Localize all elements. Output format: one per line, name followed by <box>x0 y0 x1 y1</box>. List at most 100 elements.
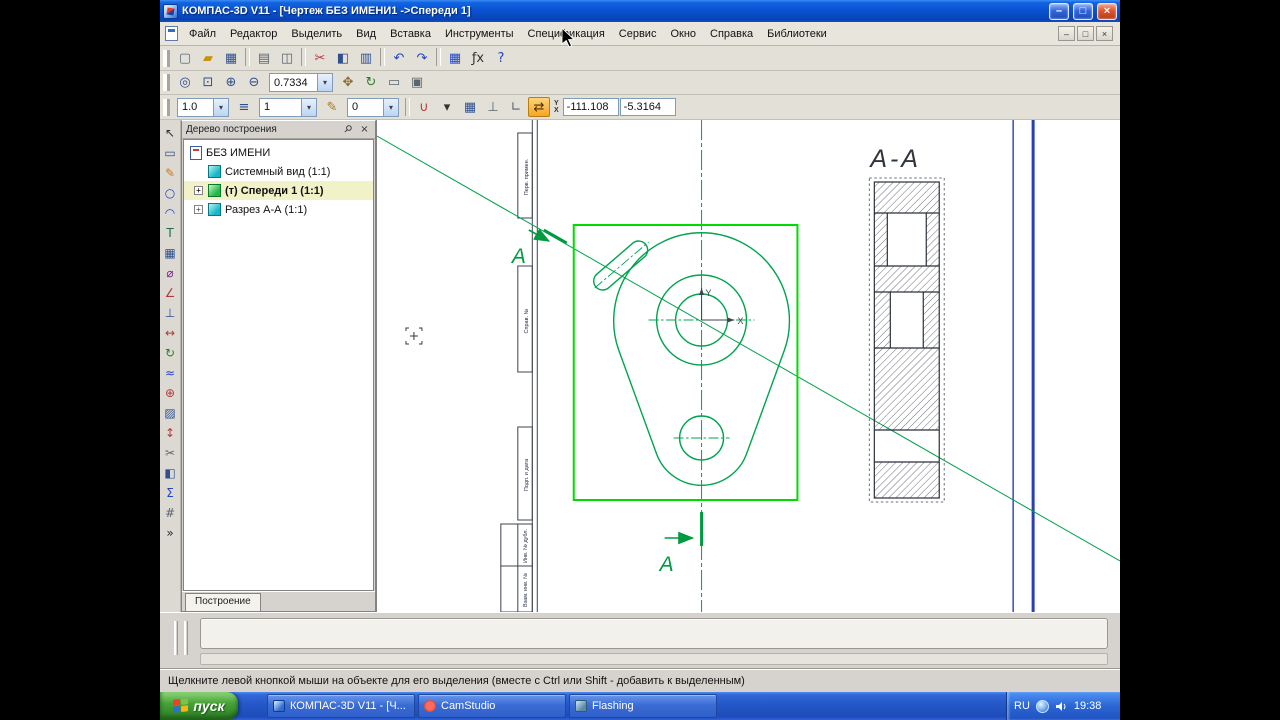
tree-item-front-view[interactable]: + (т) Спереди 1 (1:1) <box>184 181 373 200</box>
speaker-icon[interactable] <box>1055 700 1068 713</box>
drawing-canvas[interactable]: Перв. примен. Справ. № Подп. и дата Инв.… <box>377 120 1120 612</box>
save-icon[interactable]: ▦ <box>220 48 242 68</box>
toolbar-grip[interactable] <box>165 50 170 67</box>
new-document-icon[interactable]: ▢ <box>174 48 196 68</box>
snap-magnet-icon[interactable]: ∪ <box>413 97 435 117</box>
menu-item-help[interactable]: Справка <box>703 24 760 44</box>
variables-icon[interactable]: ƒx <box>467 48 489 68</box>
view-number-combo[interactable]: 1 ▾ <box>259 98 317 117</box>
menu-item-view[interactable]: Вид <box>349 24 383 44</box>
fill-tool-icon[interactable]: ◧ <box>161 463 180 482</box>
refresh-icon[interactable]: ↻ <box>360 73 382 93</box>
expand-icon[interactable]: + <box>194 186 203 195</box>
help-icon[interactable]: ? <box>490 48 512 68</box>
tray-app-icon[interactable] <box>1036 700 1049 713</box>
taskbar-task-flashing[interactable]: Flashing <box>569 694 717 718</box>
menu-item-file[interactable]: Файл <box>182 24 223 44</box>
measure-icon[interactable]: Σ <box>161 483 180 502</box>
diameter-dim-icon[interactable]: ⌀ <box>161 263 180 282</box>
panel-grip[interactable] <box>184 621 188 655</box>
vertical-dim-icon[interactable]: ↕ <box>161 423 180 442</box>
toolbar-grip[interactable] <box>165 99 170 116</box>
copy-icon[interactable]: ◧ <box>332 48 354 68</box>
layer-states-icon[interactable]: ✎ <box>321 97 343 117</box>
start-button[interactable]: пуск <box>160 692 238 720</box>
layer-combo[interactable]: 0 ▾ <box>347 98 399 117</box>
tree-root-item[interactable]: БЕЗ ИМЕНИ <box>184 143 373 162</box>
fit-page-icon[interactable]: ▭ <box>383 73 405 93</box>
tree-item-section-view[interactable]: + Разрез А-А (1:1) <box>184 200 373 219</box>
menu-item-libraries[interactable]: Библиотеки <box>760 24 834 44</box>
menu-item-specification[interactable]: Спецификация <box>521 24 612 44</box>
coordinate-x-field[interactable]: -111.108 <box>563 98 619 116</box>
menu-item-window[interactable]: Окно <box>663 24 703 44</box>
linear-dim-icon[interactable]: ↔ <box>161 323 180 342</box>
zoom-scale-combo[interactable]: 0.7334 ▾ <box>269 73 333 92</box>
specification-icon[interactable]: ▦ <box>444 48 466 68</box>
taskbar-task-kompas[interactable]: КОМПАС-3D V11 - [Ч... <box>267 694 415 718</box>
chevron-down-icon[interactable]: ▾ <box>213 99 228 116</box>
zoom-in-icon[interactable]: ⊕ <box>220 73 242 93</box>
angle-dim-icon[interactable]: ∠ <box>161 283 180 302</box>
local-csys-icon[interactable]: ⊥ <box>482 97 504 117</box>
menu-item-insert[interactable]: Вставка <box>383 24 438 44</box>
cut-icon[interactable]: ✂ <box>309 48 331 68</box>
roughness-icon[interactable]: ≈ <box>161 363 180 382</box>
expand-icon[interactable]: + <box>194 205 203 214</box>
tree-item-system-view[interactable]: Системный вид (1:1) <box>184 162 373 181</box>
restore-button[interactable]: □ <box>1073 3 1093 20</box>
menu-item-tools[interactable]: Инструменты <box>438 24 521 44</box>
open-folder-icon[interactable]: ▰ <box>197 48 219 68</box>
marquee-select-icon[interactable]: ▭ <box>161 143 180 162</box>
paste-icon[interactable]: ▥ <box>355 48 377 68</box>
tray-clock[interactable]: 19:38 <box>1074 700 1102 712</box>
snap-menu-icon[interactable]: ▾ <box>436 97 458 117</box>
print-preview-icon[interactable]: ◫ <box>276 48 298 68</box>
cursor-step-combo[interactable]: 1.0 ▾ <box>177 98 229 117</box>
select-arrow-icon[interactable]: ↖ <box>161 123 180 142</box>
zoom-out-icon[interactable]: ⊖ <box>243 73 265 93</box>
close-button[interactable]: × <box>1097 3 1117 20</box>
rounding-toggle[interactable]: ⇄ <box>528 97 550 117</box>
insert-tool-icon[interactable]: ⊕ <box>161 383 180 402</box>
mdi-close-button[interactable]: × <box>1096 26 1113 41</box>
drawing-area[interactable]: Перв. примен. Справ. № Подп. и дата Инв.… <box>376 120 1120 612</box>
text-tool-icon[interactable]: Т <box>161 223 180 242</box>
chevron-down-icon[interactable]: ▾ <box>317 74 332 91</box>
print-icon[interactable]: ▤ <box>253 48 275 68</box>
chevron-down-icon[interactable]: ▾ <box>301 99 316 116</box>
pin-icon[interactable]: ⚲ <box>338 120 356 138</box>
minimize-button[interactable]: – <box>1049 3 1069 20</box>
show-document-icon[interactable]: ▣ <box>406 73 428 93</box>
ortho-icon[interactable]: ∟ <box>505 97 527 117</box>
menu-item-select[interactable]: Выделить <box>284 24 349 44</box>
menu-item-service[interactable]: Сервис <box>612 24 664 44</box>
mdi-restore-button[interactable]: □ <box>1077 26 1094 41</box>
grid-icon[interactable]: ▦ <box>459 97 481 117</box>
redo-icon[interactable]: ↷ <box>411 48 433 68</box>
coordinate-y-field[interactable]: -5.3164 <box>620 98 676 116</box>
chevron-down-icon[interactable]: ▾ <box>383 99 398 116</box>
taskbar-task-camstudio[interactable]: CamStudio <box>418 694 566 718</box>
language-indicator[interactable]: RU <box>1014 700 1030 712</box>
arc-tool-icon[interactable]: ◠ <box>161 203 180 222</box>
pan-icon[interactable]: ✥ <box>337 73 359 93</box>
kompas-app-icon[interactable] <box>163 4 178 19</box>
menu-item-editor[interactable]: Редактор <box>223 24 284 44</box>
close-icon[interactable]: × <box>358 123 371 136</box>
zoom-area-icon[interactable]: ◎ <box>174 73 196 93</box>
circle-tool-icon[interactable]: ○ <box>161 183 180 202</box>
undo-icon[interactable]: ↶ <box>388 48 410 68</box>
more-tools-icon[interactable]: » <box>161 523 180 542</box>
view-states-icon[interactable]: ≡ <box>233 97 255 117</box>
panel-grip[interactable] <box>174 621 178 655</box>
tab-construction[interactable]: Построение <box>185 593 261 611</box>
grid-tool-icon[interactable]: # <box>161 503 180 522</box>
perpendicular-icon[interactable]: ⊥ <box>161 303 180 322</box>
trim-tool-icon[interactable]: ✂ <box>161 443 180 462</box>
mdi-minimize-button[interactable]: – <box>1058 26 1075 41</box>
draw-pencil-icon[interactable]: ✎ <box>161 163 180 182</box>
toolbar-grip[interactable] <box>165 74 170 91</box>
rotate-tool-icon[interactable]: ↻ <box>161 343 180 362</box>
hatch-tool-icon[interactable]: ▨ <box>161 403 180 422</box>
